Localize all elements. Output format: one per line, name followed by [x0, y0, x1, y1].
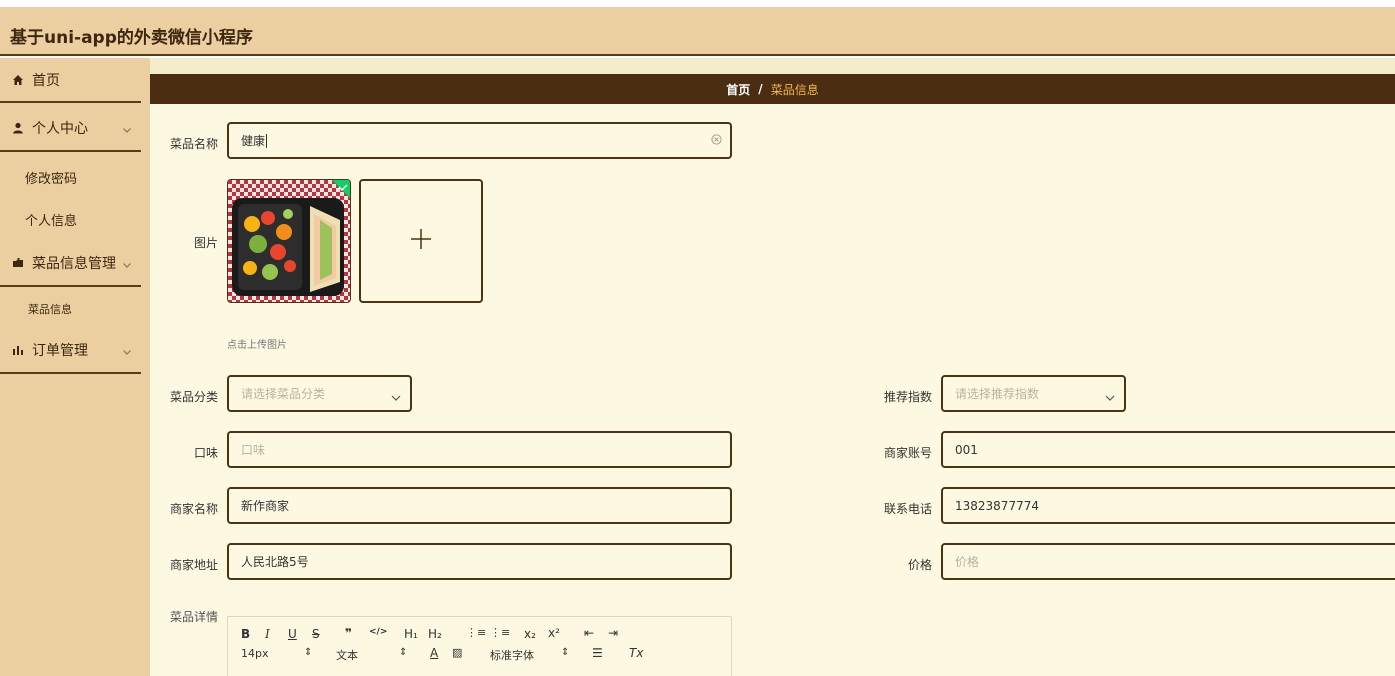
subscript-button[interactable]: x₂ — [524, 627, 536, 641]
updown-icon: ⇕ — [561, 647, 570, 658]
main-content: 首页 / 菜品信息 菜品名称 健康 图片 点击上传图片 菜品分类 请选择菜品分类… — [150, 58, 1395, 676]
bar-chart-icon — [11, 343, 25, 357]
background-color-icon[interactable]: ▨ — [452, 646, 462, 659]
category-label: 菜品分类 — [169, 390, 218, 404]
recommend-select[interactable]: 请选择推荐指数 — [941, 375, 1126, 412]
user-icon — [11, 121, 25, 135]
merchant-account-input[interactable]: 001 — [941, 431, 1395, 468]
sidebar: 首页 个人中心 修改密码 个人信息 菜品信息管理 菜品信息 订单管理 — [0, 58, 150, 676]
merchant-account-label: 商家账号 — [883, 446, 932, 460]
chevron-down-icon — [122, 345, 132, 361]
clean-format-button[interactable]: Tx — [629, 646, 643, 660]
font-color-button[interactable]: A — [430, 646, 438, 660]
dish-name-input[interactable]: 健康 — [227, 122, 732, 159]
plus-icon — [410, 228, 432, 255]
sidebar-item-dish-management[interactable]: 菜品信息管理 — [0, 241, 141, 285]
dish-name-value: 健康 — [241, 134, 266, 148]
merchant-address-label: 商家地址 — [169, 558, 218, 572]
font-family-select[interactable]: 标准字体 — [490, 647, 534, 663]
taste-input[interactable]: 口味 — [227, 431, 732, 468]
recommend-label: 推荐指数 — [883, 390, 932, 404]
sidebar-item-label: 订单管理 — [32, 343, 88, 359]
upload-tip: 点击上传图片 — [227, 340, 287, 351]
phone-value: 13823877774 — [955, 498, 1039, 513]
home-icon — [11, 73, 25, 87]
menu-divider — [0, 372, 141, 374]
price-label: 价格 — [907, 558, 932, 572]
strike-button[interactable]: S — [312, 627, 320, 641]
price-placeholder: 价格 — [955, 555, 980, 569]
sidebar-item-label: 个人中心 — [32, 121, 88, 137]
chevron-down-icon — [122, 258, 132, 274]
text-cursor — [266, 133, 268, 148]
price-input[interactable]: 价格 — [941, 543, 1395, 580]
content-top-strip — [150, 58, 1395, 74]
breadcrumb-current: 菜品信息 — [770, 82, 819, 97]
align-icon[interactable]: ☰ — [592, 646, 603, 660]
chevron-down-icon — [1105, 391, 1115, 405]
clear-icon[interactable] — [711, 134, 722, 148]
code-button[interactable]: </> — [369, 627, 387, 637]
top-header: 基于uni-app的外卖微信小程序 — [0, 7, 1395, 56]
ordered-list-button[interactable]: ⋮≡ — [466, 626, 486, 639]
font-size-select[interactable]: 14px — [241, 647, 269, 660]
rich-text-editor[interactable]: B I U S ❞ </> H₁ H₂ ⋮≡ ⋮≡ x₂ x² ⇤ ⇥ 14px… — [227, 616, 732, 676]
category-select[interactable]: 请选择菜品分类 — [227, 375, 412, 412]
sidebar-item-label: 菜品信息管理 — [32, 256, 116, 272]
format-select[interactable]: 文本 — [336, 647, 358, 663]
menu-divider — [0, 285, 141, 287]
h1-button[interactable]: H₁ — [404, 627, 418, 641]
taste-label: 口味 — [193, 446, 218, 460]
quote-button[interactable]: ❞ — [345, 626, 352, 640]
bullet-list-button[interactable]: ⋮≡ — [490, 626, 510, 639]
sidebar-item-dish-info[interactable]: 菜品信息 — [28, 301, 138, 317]
sidebar-item-change-password[interactable]: 修改密码 — [25, 168, 135, 187]
updown-icon: ⇕ — [304, 647, 313, 658]
merchant-account-value: 001 — [955, 442, 978, 457]
menu-divider — [0, 150, 141, 152]
phone-label: 联系电话 — [883, 502, 932, 516]
sidebar-item-personal-info[interactable]: 个人信息 — [25, 210, 135, 229]
merchant-address-value: 人民北路5号 — [241, 555, 309, 569]
sidebar-item-label: 首页 — [32, 73, 60, 89]
uploaded-image-thumbnail[interactable] — [227, 179, 351, 303]
breadcrumb-home[interactable]: 首页 — [726, 81, 750, 98]
superscript-button[interactable]: x² — [548, 626, 560, 640]
outdent-button[interactable]: ⇤ — [584, 626, 594, 640]
merchant-name-label: 商家名称 — [169, 502, 218, 516]
bold-button[interactable]: B — [241, 627, 250, 641]
dish-name-label: 菜品名称 — [169, 137, 218, 151]
folder-icon — [11, 256, 25, 270]
italic-button[interactable]: I — [265, 627, 270, 641]
image-label: 图片 — [193, 236, 218, 250]
merchant-address-input[interactable]: 人民北路5号 — [227, 543, 732, 580]
updown-icon: ⇕ — [399, 647, 408, 658]
sidebar-item-orders[interactable]: 订单管理 — [0, 328, 141, 372]
h2-button[interactable]: H₂ — [428, 627, 442, 641]
upload-add-button[interactable] — [359, 179, 483, 303]
indent-button[interactable]: ⇥ — [608, 626, 618, 640]
taste-placeholder: 口味 — [241, 443, 266, 457]
phone-input[interactable]: 13823877774 — [941, 487, 1395, 524]
breadcrumb-separator: / — [758, 82, 763, 96]
category-placeholder: 请选择菜品分类 — [241, 387, 326, 401]
sidebar-item-home[interactable]: 首页 — [0, 58, 141, 102]
merchant-name-input[interactable]: 新作商家 — [227, 487, 732, 524]
underline-button[interactable]: U — [288, 627, 297, 641]
sidebar-item-personal-center[interactable]: 个人中心 — [0, 105, 141, 151]
breadcrumb: 首页 / 菜品信息 — [150, 74, 1395, 104]
menu-divider — [0, 101, 141, 103]
dish-detail-label: 菜品详情 — [169, 610, 218, 624]
recommend-placeholder: 请选择推荐指数 — [955, 387, 1040, 401]
app-title: 基于uni-app的外卖微信小程序 — [10, 28, 253, 48]
chevron-down-icon — [391, 391, 401, 405]
window-top-edge — [0, 0, 1395, 7]
chevron-down-icon — [122, 123, 132, 139]
merchant-name-value: 新作商家 — [241, 499, 290, 513]
